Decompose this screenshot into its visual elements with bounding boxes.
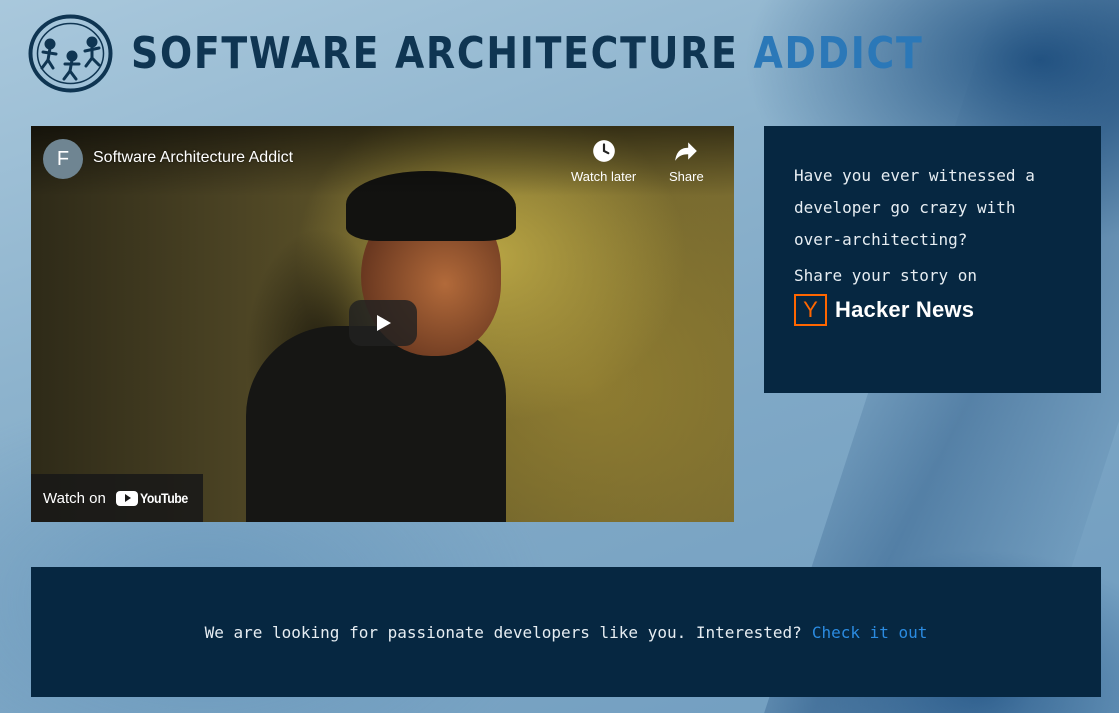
- share-prompt-text: Share your story on: [794, 266, 978, 285]
- youtube-play-icon: [115, 490, 138, 506]
- share-label: Share: [669, 169, 704, 184]
- watch-later-button[interactable]: Watch later: [571, 138, 636, 184]
- channel-avatar[interactable]: F: [43, 139, 83, 179]
- watch-on-label: Watch on: [43, 489, 106, 507]
- side-question-text: Have you ever witnessed a developer go c…: [794, 166, 1035, 249]
- site-header: Software Architecture Addict: [28, 13, 1053, 93]
- watch-later-label: Watch later: [571, 169, 637, 184]
- site-title-accent: Addict: [753, 27, 924, 79]
- share-story-panel: Have you ever witnessed a developer go c…: [764, 126, 1101, 393]
- hiring-banner: We are looking for passionate developers…: [31, 567, 1101, 697]
- addict-logo-icon[interactable]: [28, 14, 113, 93]
- hacker-news-label: Hacker News: [835, 297, 975, 322]
- play-button[interactable]: [349, 300, 417, 346]
- video-title[interactable]: Software Architecture Addict: [93, 149, 293, 167]
- watch-on-youtube-link[interactable]: Watch on YouTube: [31, 474, 203, 522]
- hacker-news-y-icon: Y: [794, 294, 827, 326]
- play-icon: [377, 315, 391, 331]
- share-arrow-icon: [675, 142, 698, 161]
- share-button[interactable]: Share: [669, 138, 704, 184]
- youtube-wordmark: YouTube: [139, 490, 188, 506]
- youtube-video-embed[interactable]: F Software Architecture Addict Watch lat…: [31, 126, 734, 522]
- check-it-out-link[interactable]: Check it out: [812, 623, 928, 642]
- site-title-main: Software Architecture: [131, 27, 739, 79]
- clock-icon: [592, 140, 615, 162]
- youtube-logo: YouTube: [115, 490, 194, 506]
- hacker-news-link[interactable]: Y Hacker News: [794, 294, 1071, 326]
- site-title[interactable]: Software Architecture Addict: [131, 28, 924, 79]
- hiring-text: We are looking for passionate developers…: [204, 622, 802, 642]
